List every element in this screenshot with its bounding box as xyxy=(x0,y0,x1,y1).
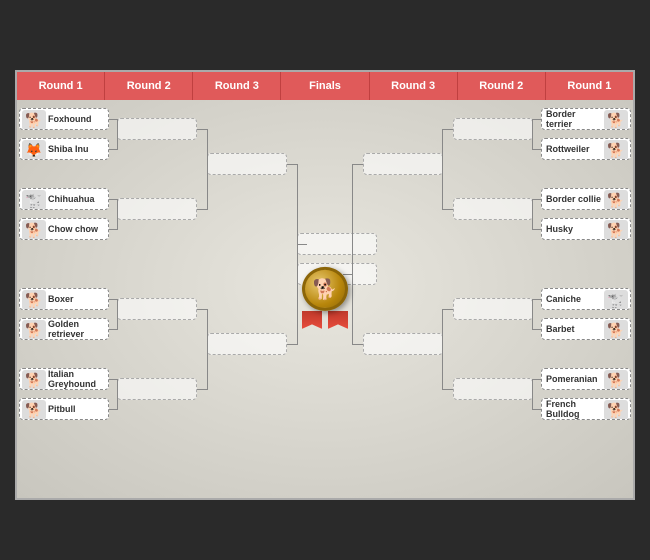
line-rr3b xyxy=(442,389,453,390)
right-r2-slot-4[interactable] xyxy=(453,378,533,400)
rottweiler-icon: 🐕 xyxy=(604,140,628,160)
border-collie-icon: 🐕 xyxy=(604,190,628,210)
team-border-terrier[interactable]: Border terrier 🐕 xyxy=(541,108,631,130)
line-l1v xyxy=(117,119,118,149)
line-lr3v xyxy=(207,309,208,389)
line-r3v xyxy=(532,299,533,329)
pomeranian-icon: 🐕 xyxy=(604,370,628,390)
team-boxer[interactable]: 🐕 Boxer xyxy=(19,288,109,310)
header-round2-right: Round 2 xyxy=(458,72,546,100)
team-golden[interactable]: 🐕 Golden retriever xyxy=(19,318,109,340)
line-lr2b xyxy=(197,209,208,210)
left-r3-slot-1[interactable] xyxy=(207,153,287,175)
line-r4a xyxy=(532,379,541,380)
team-pitbull[interactable]: 🐕 Pitbull xyxy=(19,398,109,420)
team-french-bulldog[interactable]: French Bulldog 🐕 xyxy=(541,398,631,420)
line-lr3b xyxy=(197,389,208,390)
team-italian[interactable]: 🐕 Italian Greyhound xyxy=(19,368,109,390)
line-rfv xyxy=(352,164,353,344)
left-r3-slot-2[interactable] xyxy=(207,333,287,355)
line-l2v xyxy=(117,199,118,229)
right-r2-slot-2[interactable] xyxy=(453,198,533,220)
line-l3v xyxy=(117,299,118,329)
line-r4v xyxy=(532,379,533,409)
line-rr2a xyxy=(442,129,453,130)
team-foxhound[interactable]: 🐕 Foxhound xyxy=(19,108,109,130)
right-r2-slot-1[interactable] xyxy=(453,118,533,140)
foxhound-icon: 🐕 xyxy=(22,110,46,130)
line-r3a xyxy=(532,299,541,300)
line-rr3v xyxy=(442,309,443,389)
header-round1-right: Round 1 xyxy=(546,72,633,100)
line-rf1 xyxy=(352,164,363,165)
line-r4b xyxy=(532,409,541,410)
line-l2b xyxy=(109,229,118,230)
left-r2-slot-2[interactable] xyxy=(117,198,197,220)
left-r2-slot-3[interactable] xyxy=(117,298,197,320)
line-lr2v xyxy=(207,129,208,209)
chihuahua-icon: 🐩 xyxy=(22,190,46,210)
french-bulldog-icon: 🐕 xyxy=(604,400,628,420)
right-r3-slot-1[interactable] xyxy=(363,153,443,175)
line-lf2 xyxy=(287,344,298,345)
medal: 🐕 xyxy=(299,267,351,329)
team-rottweiler[interactable]: Rottweiler 🐕 xyxy=(541,138,631,160)
boxer-icon: 🐕 xyxy=(22,290,46,310)
line-rr2b xyxy=(442,209,453,210)
line-r1a xyxy=(532,119,541,120)
team-barbet[interactable]: Barbet 🐕 xyxy=(541,318,631,340)
medal-circle: 🐕 xyxy=(302,267,348,311)
line-r2v xyxy=(532,199,533,229)
medal-ribbon-right xyxy=(328,311,348,329)
line-lf3 xyxy=(297,244,307,245)
header-round1-left: Round 1 xyxy=(17,72,105,100)
team-chihuahua[interactable]: 🐩 Chihuahua xyxy=(19,188,109,210)
left-r2-slot-1[interactable] xyxy=(117,118,197,140)
line-r2b xyxy=(532,229,541,230)
line-r1v xyxy=(532,119,533,149)
line-lfv xyxy=(297,164,298,344)
header-round3-left: Round 3 xyxy=(193,72,281,100)
shiba-icon: 🦊 xyxy=(22,140,46,160)
line-r2a xyxy=(532,199,541,200)
husky-icon: 🐕 xyxy=(604,220,628,240)
bracket-header: Round 1 Round 2 Round 3 Finals Round 3 R… xyxy=(17,72,633,100)
medal-ribbon-left xyxy=(302,311,322,329)
team-caniche[interactable]: Caniche 🐩 xyxy=(541,288,631,310)
line-l4v xyxy=(117,379,118,409)
line-l4b xyxy=(109,409,118,410)
right-r3-slot-2[interactable] xyxy=(363,333,443,355)
team-pomeranian[interactable]: Pomeranian 🐕 xyxy=(541,368,631,390)
italian-icon: 🐕 xyxy=(22,370,46,390)
chowchow-icon: 🐕 xyxy=(22,220,46,240)
pitbull-icon: 🐕 xyxy=(22,400,46,420)
line-rf2 xyxy=(352,344,363,345)
left-r2-slot-4[interactable] xyxy=(117,378,197,400)
right-r2-slot-3[interactable] xyxy=(453,298,533,320)
line-rr2v xyxy=(442,129,443,209)
line-l1b xyxy=(109,149,118,150)
line-r3b xyxy=(532,329,541,330)
line-r1b xyxy=(532,149,541,150)
team-husky[interactable]: Husky 🐕 xyxy=(541,218,631,240)
team-border-collie[interactable]: Border collie 🐕 xyxy=(541,188,631,210)
team-chowchow[interactable]: 🐕 Chow chow xyxy=(19,218,109,240)
finals-left-slot[interactable] xyxy=(297,233,377,255)
line-rr3a xyxy=(442,309,453,310)
bracket-container: Round 1 Round 2 Round 3 Finals Round 3 R… xyxy=(15,70,635,500)
caniche-icon: 🐩 xyxy=(604,290,628,310)
line-l3b xyxy=(109,329,118,330)
header-round3-right: Round 3 xyxy=(370,72,458,100)
border-terrier-icon: 🐕 xyxy=(604,110,628,130)
golden-icon: 🐕 xyxy=(22,320,46,340)
bracket-body: 🐕 Foxhound 🦊 Shiba Inu 🐩 Chihuahua 🐕 Cho… xyxy=(17,100,633,502)
team-shiba[interactable]: 🦊 Shiba Inu xyxy=(19,138,109,160)
barbet-icon: 🐕 xyxy=(604,320,628,340)
header-finals: Finals xyxy=(281,72,369,100)
header-round2-left: Round 2 xyxy=(105,72,193,100)
